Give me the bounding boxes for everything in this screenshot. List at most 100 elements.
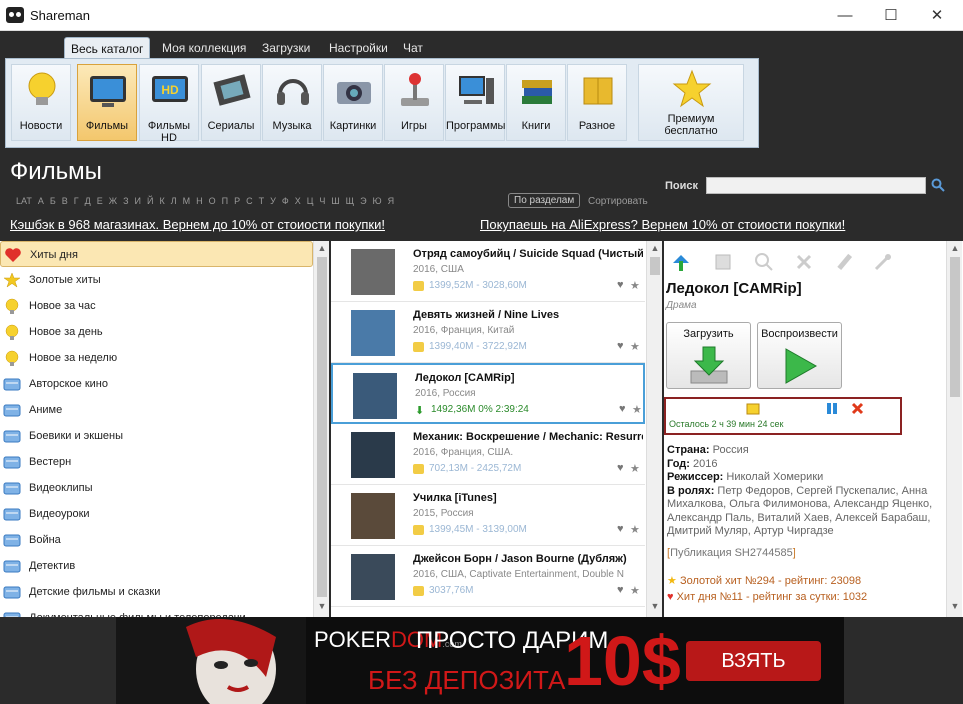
alphabet-letter[interactable]: Б [50, 196, 56, 206]
alphabet-letter[interactable]: Ю [373, 196, 382, 206]
scroll-thumb[interactable] [317, 257, 327, 597]
alphabet-letter[interactable]: Ж [109, 196, 117, 206]
category-programs[interactable]: Программы [445, 64, 505, 141]
pause-icon[interactable] [826, 402, 838, 415]
sidebar-item[interactable]: Новое за час [0, 293, 313, 319]
alphabet-letter[interactable]: Р [234, 196, 240, 206]
alphabet-letter[interactable]: LAT [16, 196, 32, 206]
promo-link-cashback[interactable]: Кэшбэк в 968 магазинах. Вернем до 10% от… [10, 217, 385, 232]
alphabet-letter[interactable]: Э [360, 196, 366, 206]
alphabet-letter[interactable]: Л [171, 196, 177, 206]
tab-settings[interactable]: Настройки [329, 37, 388, 59]
zoom-icon[interactable] [753, 251, 775, 273]
star-icon[interactable]: ★ [630, 523, 640, 536]
alphabet-letter[interactable]: Ч [319, 196, 325, 206]
alphabet-letter[interactable]: Й [147, 196, 153, 206]
category-films-hd[interactable]: HD Фильмы HD [139, 64, 199, 144]
sidebar-item[interactable]: Вестерн [0, 449, 313, 475]
close-button[interactable]: ✕ [914, 0, 960, 31]
minimize-button[interactable]: — [822, 0, 868, 31]
sidebar-scrollbar[interactable]: ▲ ▼ [313, 241, 329, 617]
maximize-button[interactable]: ☐ [868, 0, 914, 31]
alphabet-letter[interactable]: В [62, 196, 68, 206]
category-books[interactable]: Книги [506, 64, 566, 141]
star-icon[interactable]: ★ [630, 462, 640, 475]
category-series[interactable]: Сериалы [201, 64, 261, 141]
scroll-up-arrow[interactable]: ▲ [647, 243, 662, 257]
scroll-down-arrow[interactable]: ▼ [647, 601, 662, 615]
tab-chat[interactable]: Чат [403, 37, 423, 59]
sidebar-item[interactable]: Аниме [0, 397, 313, 423]
category-misc[interactable]: Разное [567, 64, 627, 141]
alphabet-letter[interactable]: Г [74, 196, 79, 206]
tools-icon[interactable] [872, 251, 894, 273]
by-sections-button[interactable]: По разделам [508, 193, 581, 208]
search-icon[interactable] [931, 178, 945, 192]
premium-free-button[interactable]: Премиум бесплатно [638, 64, 744, 141]
star-icon[interactable]: ★ [630, 340, 640, 353]
alphabet-letter[interactable]: Я [388, 196, 395, 206]
tab-catalog[interactable]: Весь каталог [64, 37, 151, 59]
alphabet-letter[interactable]: У [270, 196, 276, 206]
sidebar-item[interactable]: Видеоклипы [0, 475, 313, 501]
ad-banner[interactable]: POKERDOM.com ПРОСТО ДАРИМ БЕЗ ДЕПОЗИТА 1… [116, 617, 844, 704]
alphabet-letter[interactable]: П [222, 196, 228, 206]
category-films[interactable]: Фильмы [77, 64, 137, 141]
scroll-thumb[interactable] [950, 257, 960, 397]
star-icon[interactable]: ★ [630, 584, 640, 597]
search-input[interactable] [706, 177, 926, 194]
heart-icon[interactable]: ♥ [617, 340, 624, 352]
delete-icon[interactable] [793, 251, 815, 273]
star-icon[interactable]: ★ [630, 279, 640, 292]
alphabet-letter[interactable]: Х [295, 196, 301, 206]
scroll-down-arrow[interactable]: ▼ [314, 601, 329, 615]
cancel-download-icon[interactable] [851, 402, 864, 415]
scroll-up-arrow[interactable]: ▲ [314, 243, 329, 257]
sidebar-item[interactable]: Видеоуроки [0, 501, 313, 527]
tab-downloads[interactable]: Загрузки [262, 37, 310, 59]
heart-icon[interactable]: ♥ [617, 462, 624, 474]
alphabet-letter[interactable]: К [159, 196, 164, 206]
scroll-down-arrow[interactable]: ▼ [947, 601, 963, 615]
film-list-item[interactable]: Ледокол [CAMRip] 2016, Россия ⬇ 1492,36M 0%… [331, 363, 645, 424]
sidebar-item[interactable]: Война [0, 527, 313, 553]
heart-icon[interactable]: ♥ [617, 584, 624, 596]
film-list-scrollbar[interactable]: ▲ ▼ [646, 241, 662, 617]
category-games[interactable]: Игры [384, 64, 444, 141]
film-list-item[interactable]: Отряд самоубийц / Suicide Squad (Чистый … [331, 241, 645, 302]
film-list-item[interactable]: Механик: Воскрешение / Mechanic: Resurre… [331, 424, 645, 485]
alphabet-letter[interactable]: И [135, 196, 141, 206]
category-news[interactable]: Новости [11, 64, 71, 141]
category-music[interactable]: Музыка [262, 64, 322, 141]
sidebar-item[interactable]: Новое за неделю [0, 345, 313, 371]
alphabet-letter[interactable]: Ц [307, 196, 314, 206]
alphabet-letter[interactable]: Д [85, 196, 91, 206]
tab-collection[interactable]: Моя коллекция [162, 37, 246, 59]
film-list-item[interactable]: Училка [iTunes] 2015, Россия 1399,45M - 31… [331, 485, 645, 546]
sidebar-item[interactable]: Детские фильмы и сказки [0, 579, 313, 605]
sort-button[interactable]: Сортировать [588, 196, 648, 207]
film-list-item[interactable]: Джейсон Борн / Jason Bourne (Дубляж) 2016… [331, 546, 645, 607]
alphabet-letter[interactable]: Н [196, 196, 203, 206]
play-button[interactable]: Воспроизвести [757, 322, 842, 389]
ad-cta-button[interactable]: ВЗЯТЬ [686, 641, 821, 681]
heart-icon[interactable]: ♥ [617, 523, 624, 535]
edit-icon[interactable] [833, 251, 855, 273]
star-icon[interactable]: ★ [632, 403, 642, 416]
sidebar-item[interactable]: Золотые хиты [0, 267, 313, 293]
alphabet-letter[interactable]: Ш [331, 196, 339, 206]
scroll-up-arrow[interactable]: ▲ [947, 243, 963, 257]
sidebar-item[interactable]: Документальные фильмы и телепередачи [0, 605, 313, 617]
alphabet-letter[interactable]: Щ [346, 196, 354, 206]
heart-icon[interactable]: ♥ [619, 403, 626, 415]
publication-id[interactable]: [Публикация SH2744585] [667, 547, 796, 559]
download-button[interactable]: Загрузить [666, 322, 751, 389]
sidebar-item[interactable]: Новое за день [0, 319, 313, 345]
note-icon[interactable] [746, 402, 760, 415]
alphabet-letter[interactable]: О [209, 196, 216, 206]
sidebar-item[interactable]: Детектив [0, 553, 313, 579]
alphabet-letter[interactable]: М [183, 196, 191, 206]
alphabet-letter[interactable]: Т [259, 196, 265, 206]
promo-link-aliexpress[interactable]: Покупаешь на AliExpress? Вернем 10% от с… [480, 217, 845, 232]
heart-icon[interactable]: ♥ [617, 279, 624, 291]
